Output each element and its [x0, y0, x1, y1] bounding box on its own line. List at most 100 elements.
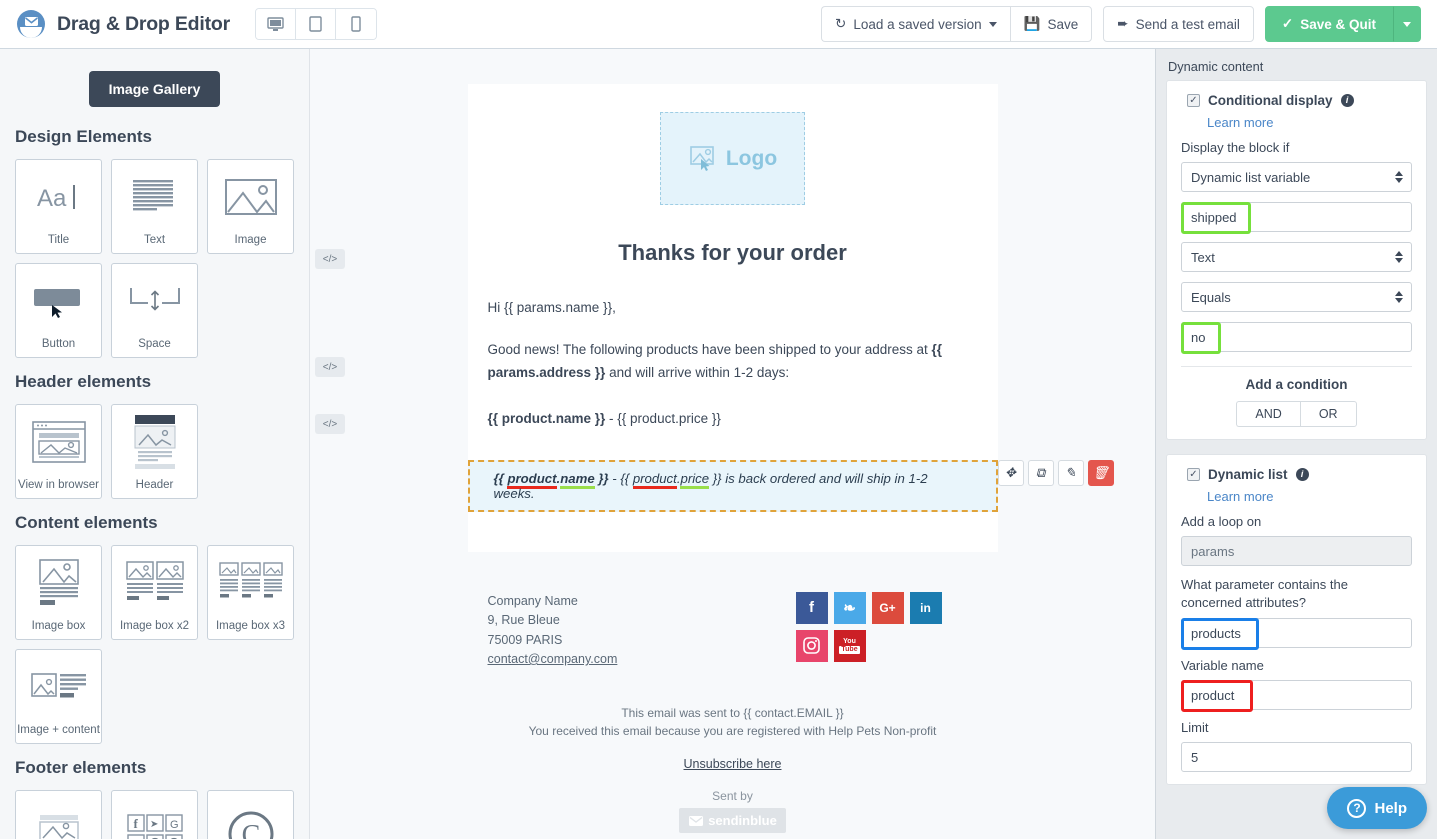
learn-more-link[interactable]: Learn more	[1207, 489, 1412, 504]
company-email-link[interactable]: contact@company.com	[488, 652, 618, 666]
info-icon[interactable]: i	[1295, 468, 1309, 481]
code-snippet-marker[interactable]: </>	[315, 249, 345, 269]
save-quit-dropdown-button[interactable]	[1393, 6, 1421, 42]
var2-prefix: {{	[620, 470, 633, 486]
unsubscribe-link[interactable]: Unsubscribe here	[488, 757, 978, 771]
tile-label: Space	[138, 338, 171, 350]
learn-more-link[interactable]: Learn more	[1207, 115, 1412, 130]
element-tile-title[interactable]: Aa Title	[15, 159, 102, 254]
delete-button[interactable]: 🗑	[1087, 459, 1114, 486]
save-button[interactable]: 💾 Save	[1009, 6, 1093, 42]
var1-suffix: }}	[594, 470, 609, 486]
operator-select[interactable]: Equals	[1181, 282, 1412, 312]
design-elements-tiles: Aa Title Text Image Button Space	[15, 159, 294, 358]
legal-line-1: This email was sent to {{ contact.EMAIL …	[621, 706, 844, 721]
variable-name-input[interactable]: shipped	[1181, 202, 1412, 234]
desktop-view-button[interactable]	[256, 9, 296, 39]
load-saved-version-button[interactable]: ↻ Load a saved version	[821, 6, 1010, 42]
conditional-display-checkbox[interactable]: ✓	[1187, 94, 1200, 107]
facebook-icon[interactable]: f	[795, 591, 828, 624]
svg-text:G: G	[170, 819, 179, 831]
save-and-quit-button[interactable]: ✓ Save & Quit	[1264, 6, 1393, 42]
conditional-display-row[interactable]: ✓ Conditional display i	[1187, 93, 1412, 108]
company-street: 9, Rue Bleue	[487, 613, 560, 628]
condition-value: no	[1191, 329, 1206, 345]
email-body[interactable]: Good news! The following products have b…	[468, 338, 998, 385]
element-tile-image[interactable]: Image	[207, 159, 294, 254]
legal-line-2: You received this email because you are …	[528, 724, 937, 739]
tile-label: Header	[135, 479, 174, 491]
youtube-icon[interactable]: You Tube	[833, 629, 866, 662]
linkedin-icon[interactable]: in	[909, 591, 942, 624]
dynamic-list-checkbox[interactable]: ✓	[1187, 468, 1200, 481]
image-gallery-button[interactable]: Image Gallery	[88, 71, 221, 107]
save-label: Save	[1047, 16, 1079, 32]
company-block: Company Name 9, Rue Bleue 75009 PARIS co…	[488, 592, 618, 670]
code-snippet-marker[interactable]: </>	[315, 357, 345, 377]
svg-text:Aa: Aa	[37, 185, 67, 212]
dynamic-list-label: Dynamic list	[1208, 467, 1288, 482]
element-tile-space[interactable]: Space	[111, 263, 198, 358]
element-tile-view-in-browser[interactable]: View in browser	[15, 404, 102, 499]
mobile-view-button[interactable]	[336, 9, 376, 39]
image-content-icon	[16, 650, 101, 724]
social-grid-icon: f ➤ G ✉	[112, 791, 197, 839]
code-snippet-marker[interactable]: </>	[315, 414, 345, 434]
limit-input[interactable]: 5	[1181, 742, 1412, 773]
tile-label: Image box x3	[215, 620, 286, 632]
product-line-block[interactable]: {{ product.name }} - {{ product.price }}	[468, 411, 998, 426]
element-tile-image-box-x2[interactable]: Image box x2	[111, 545, 198, 640]
email-canvas: </> </> </> Logo Thanks for your order H…	[310, 49, 1155, 839]
company-city: 75009 PARIS	[487, 632, 563, 647]
tile-label: Image + content	[17, 724, 100, 736]
condition-value-input[interactable]: no	[1181, 322, 1412, 354]
list-variable-name-input[interactable]: product	[1181, 680, 1412, 713]
brand: Drag & Drop Editor	[16, 9, 230, 39]
value-type-select[interactable]: Text	[1181, 242, 1412, 272]
twitter-icon[interactable]: ❧	[833, 591, 866, 624]
email-greeting[interactable]: Hi {{ params.name }},	[468, 296, 998, 320]
tablet-view-button[interactable]	[296, 9, 336, 39]
body-pre: Good news! The following products have b…	[487, 341, 932, 357]
element-tile-header[interactable]: Header	[111, 404, 198, 499]
dynamic-list-card: ✓ Dynamic list i Learn more Add a loop o…	[1166, 454, 1427, 786]
info-icon[interactable]: i	[1340, 94, 1354, 107]
logo-placeholder[interactable]: Logo	[660, 112, 805, 205]
duplicate-button[interactable]: ⧉	[1027, 459, 1054, 486]
sendinblue-badge: sendinblue	[679, 808, 786, 834]
loop-on-input[interactable]: params	[1181, 536, 1412, 566]
variable-type-select[interactable]: Dynamic list variable	[1181, 162, 1412, 192]
parameter-input[interactable]: products	[1181, 618, 1412, 651]
chevron-down-icon	[1403, 21, 1411, 27]
element-tile-image-box-x3[interactable]: Image box x3	[207, 545, 294, 640]
sendinblue-logo-icon	[16, 9, 46, 39]
selected-dynamic-block[interactable]: {{ product.name }} - {{ product.price }}…	[467, 459, 1114, 512]
and-button[interactable]: AND	[1236, 401, 1300, 427]
spinner-icon	[1395, 291, 1403, 303]
operator-value: Equals	[1191, 289, 1231, 305]
or-button[interactable]: OR	[1299, 401, 1357, 427]
element-tile-copyright[interactable]: C	[207, 790, 294, 839]
edit-button[interactable]: ✎	[1057, 459, 1084, 486]
top-toolbar: Drag & Drop Editor ↻ Load a saved versio…	[0, 0, 1437, 49]
element-tile-image-box[interactable]: Image box	[15, 545, 102, 640]
element-tile-footer-image[interactable]	[15, 790, 102, 839]
help-button[interactable]: ? Help	[1327, 787, 1427, 829]
tile-label: Button	[41, 338, 76, 350]
element-tile-text[interactable]: Text	[111, 159, 198, 254]
element-tile-button[interactable]: Button	[15, 263, 102, 358]
email-heading[interactable]: Thanks for your order	[468, 240, 998, 266]
social-links: f ❧ G+ in You Tube	[795, 591, 978, 662]
image-placeholder-icon	[690, 145, 714, 171]
version-save-group: ↻ Load a saved version 💾 Save	[821, 6, 1093, 42]
send-test-email-button[interactable]: ➨ Send a test email	[1103, 6, 1254, 42]
move-handle[interactable]: ✥	[997, 459, 1024, 486]
browser-icon	[16, 405, 101, 479]
instagram-icon[interactable]	[795, 629, 828, 662]
google-plus-icon[interactable]: G+	[871, 591, 904, 624]
block-var2: {{ product.price }}	[620, 470, 722, 489]
element-tile-image-content[interactable]: Image + content	[15, 649, 102, 744]
dynamic-list-row[interactable]: ✓ Dynamic list i	[1187, 467, 1412, 482]
image-box-icon	[16, 546, 101, 620]
element-tile-social-grid[interactable]: f ➤ G ✉	[111, 790, 198, 839]
